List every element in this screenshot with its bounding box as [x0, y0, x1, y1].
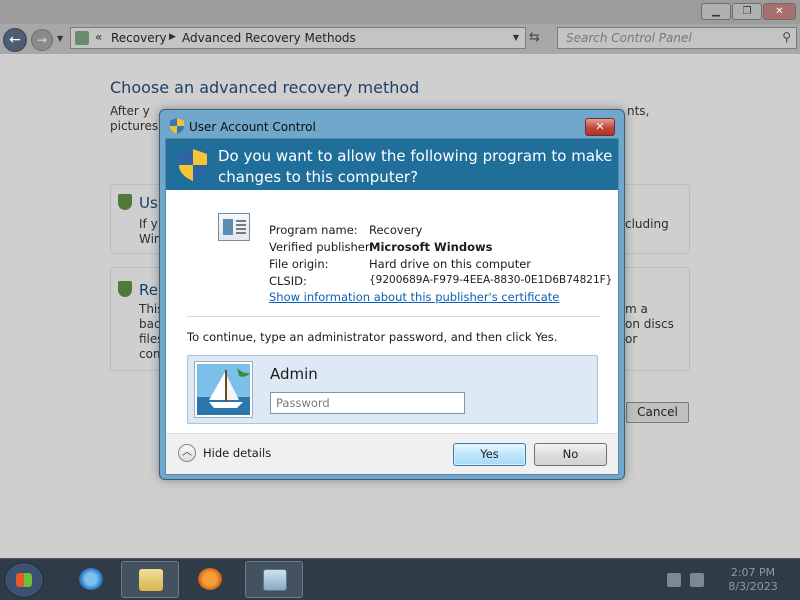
- shield-icon: [118, 194, 132, 210]
- uac-body: Do you want to allow the following progr…: [165, 138, 619, 475]
- breadcrumb-recovery[interactable]: Recovery: [111, 31, 167, 45]
- folder-icon: [139, 569, 163, 591]
- option-desc-line1-end: m a: [625, 302, 648, 316]
- option-title[interactable]: Us: [139, 194, 158, 212]
- credential-tile[interactable]: Admin: [187, 355, 598, 424]
- minimize-button[interactable]: ▁: [701, 3, 731, 20]
- instruction-text: To continue, type an administrator passw…: [187, 330, 558, 344]
- uac-question: Do you want to allow the following progr…: [218, 147, 613, 186]
- option-desc-line2: bac: [139, 317, 161, 331]
- taskbar-media-player[interactable]: [181, 561, 239, 598]
- divider: [187, 316, 600, 317]
- volume-muted-icon[interactable]: [690, 573, 704, 587]
- shield-icon: [170, 118, 184, 134]
- yes-button[interactable]: Yes: [453, 443, 526, 466]
- uac-footer: ︿ Hide details Yes No: [166, 433, 618, 474]
- sailboat-picture-icon: [197, 364, 250, 415]
- taskbar-user-account-control[interactable]: [245, 561, 303, 598]
- media-player-icon: [198, 568, 222, 590]
- program-name-label: Program name:: [269, 223, 358, 237]
- network-icon[interactable]: [667, 573, 681, 587]
- start-orb[interactable]: [4, 562, 44, 598]
- explorer-titlebar: ▁ ❐ ✕: [0, 0, 800, 24]
- control-panel-icon: [75, 31, 89, 45]
- publisher-value: Microsoft Windows: [369, 240, 493, 254]
- breadcrumb-advanced-recovery[interactable]: Advanced Recovery Methods: [182, 31, 356, 45]
- no-button[interactable]: No: [534, 443, 607, 466]
- address-bar[interactable]: « Recovery ▶ Advanced Recovery Methods ▼: [70, 27, 526, 49]
- shield-icon: [179, 149, 207, 181]
- close-icon[interactable]: ✕: [585, 118, 615, 136]
- chevron-left-icon[interactable]: «: [95, 30, 102, 44]
- shield-icon: [118, 281, 132, 297]
- clsid-label: CLSID:: [269, 274, 307, 288]
- clsid-value: {9200689A-F979-4EEA-8830-0E1D6B74821F}: [369, 274, 613, 286]
- search-placeholder[interactable]: Search Control Panel: [566, 31, 692, 45]
- intro-text-line2: pictures,: [110, 119, 162, 133]
- breadcrumb-separator-icon[interactable]: ▶: [169, 32, 176, 42]
- uac-banner: Do you want to allow the following progr…: [166, 139, 618, 190]
- uac-taskbar-icon: [263, 569, 287, 591]
- maximize-button[interactable]: ❐: [732, 3, 762, 20]
- option-desc-line1-end: cluding: [625, 217, 669, 231]
- taskbar-windows-explorer[interactable]: [121, 561, 179, 598]
- user-avatar: [195, 362, 252, 417]
- publisher-certificate-link[interactable]: Show information about this publisher's …: [269, 290, 559, 304]
- close-window-button[interactable]: ✕: [763, 3, 796, 20]
- uac-dialog: User Account Control ✕ Do you want to al…: [159, 109, 625, 480]
- cancel-button[interactable]: Cancel: [626, 402, 689, 423]
- recent-pages-dropdown[interactable]: ▼: [57, 34, 63, 43]
- dialog-title: User Account Control: [189, 120, 316, 134]
- taskbar-internet-explorer[interactable]: [62, 561, 120, 598]
- search-icon[interactable]: ⚲: [782, 30, 791, 44]
- chevron-up-icon[interactable]: ︿: [178, 444, 196, 462]
- search-box[interactable]: Search Control Panel ⚲: [557, 27, 797, 49]
- publisher-label: Verified publisher:: [269, 240, 374, 254]
- refresh-icon[interactable]: ⇆: [529, 30, 540, 45]
- navigation-bar: ← → ▼ « Recovery ▶ Advanced Recovery Met…: [0, 24, 800, 54]
- taskbar: 2:07 PM 8/3/2023: [0, 558, 800, 600]
- clock-date: 8/3/2023: [728, 580, 778, 593]
- forward-icon[interactable]: →: [31, 29, 53, 51]
- intro-text-start: After y: [110, 104, 150, 118]
- ie-icon: [79, 568, 103, 590]
- option-desc-line2-end: on discs or: [625, 317, 674, 346]
- file-origin-value: Hard drive on this computer: [369, 257, 532, 271]
- address-dropdown-icon[interactable]: ▼: [513, 33, 519, 42]
- username: Admin: [270, 365, 318, 383]
- clock-time: 2:07 PM: [730, 566, 776, 579]
- hide-details-label[interactable]: Hide details: [203, 446, 271, 460]
- back-icon[interactable]: ←: [3, 28, 27, 52]
- option-title[interactable]: Re: [139, 281, 158, 299]
- option-desc-line1: If y: [139, 217, 158, 231]
- intro-text-end: nts,: [627, 104, 650, 118]
- page-title: Choose an advanced recovery method: [110, 78, 420, 97]
- uac-titlebar: User Account Control ✕: [160, 110, 624, 140]
- file-origin-label: File origin:: [269, 257, 329, 271]
- program-name-value: Recovery: [369, 223, 423, 237]
- windows-logo-icon: [16, 573, 32, 587]
- program-icon: [218, 213, 250, 241]
- password-field[interactable]: [270, 392, 465, 414]
- system-clock[interactable]: 2:07 PM 8/3/2023: [718, 566, 788, 594]
